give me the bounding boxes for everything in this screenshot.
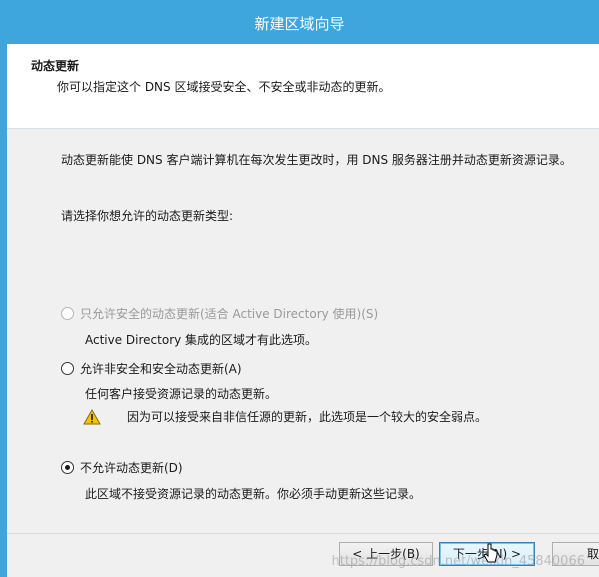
radio-label: 允许非安全和安全动态更新(A) <box>80 362 242 376</box>
radio-no-dynamic-updates[interactable]: 不允许动态更新(D) <box>61 459 183 476</box>
option-description: 任何客户接受资源记录的动态更新。 <box>85 387 278 401</box>
window-title: 新建区域向导 <box>254 15 345 33</box>
window-frame: 新建区域向导 动态更新 你可以指定这个 DNS 区域接受安全、不安全或非动态的更… <box>0 0 599 577</box>
description-text: 动态更新能使 DNS 客户端计算机在每次发生更改时，用 DNS 服务器注册并动态… <box>61 153 572 167</box>
page-title: 动态更新 <box>31 59 80 73</box>
title-bar[interactable]: 新建区域向导 <box>0 0 599 44</box>
radio-nonsecure-and-secure[interactable]: 允许非安全和安全动态更新(A) <box>61 360 242 377</box>
page-subtitle: 你可以指定这个 DNS 区域接受安全、不安全或非动态的更新。 <box>57 80 391 94</box>
radio-secure-only[interactable]: 只允许安全的动态更新(适合 Active Directory 使用)(S) <box>61 305 378 322</box>
option-description: Active Directory 集成的区域才有此选项。 <box>85 333 318 347</box>
wizard-client-area: 动态更新 你可以指定这个 DNS 区域接受安全、不安全或非动态的更新。 动态更新… <box>7 44 599 577</box>
warning-row: 因为可以接受来自非信任源的更新，此选项是一个较大的安全弱点。 <box>83 408 487 425</box>
mouse-cursor-icon <box>483 543 498 563</box>
back-button[interactable]: < 上一步(B) <box>339 542 433 566</box>
prompt-text: 请选择你想允许的动态更新类型: <box>61 209 234 223</box>
radio-button[interactable] <box>61 307 74 320</box>
warning-icon <box>83 408 101 424</box>
wizard-body: 动态更新能使 DNS 客户端计算机在每次发生更改时，用 DNS 服务器注册并动态… <box>7 129 599 533</box>
cancel-button[interactable]: 取 <box>552 542 599 566</box>
radio-button[interactable] <box>61 362 74 375</box>
warning-text: 因为可以接受来自非信任源的更新，此选项是一个较大的安全弱点。 <box>127 410 488 424</box>
wizard-header: 动态更新 你可以指定这个 DNS 区域接受安全、不安全或非动态的更新。 <box>7 44 599 128</box>
wizard-footer: < 上一步(B) 下一步(N) > 取 <box>7 534 599 577</box>
radio-label: 不允许动态更新(D) <box>80 461 183 475</box>
radio-label: 只允许安全的动态更新(适合 Active Directory 使用)(S) <box>80 307 379 321</box>
option-description: 此区域不接受资源记录的动态更新。你必须手动更新这些记录。 <box>85 487 422 501</box>
radio-button[interactable] <box>61 461 74 474</box>
